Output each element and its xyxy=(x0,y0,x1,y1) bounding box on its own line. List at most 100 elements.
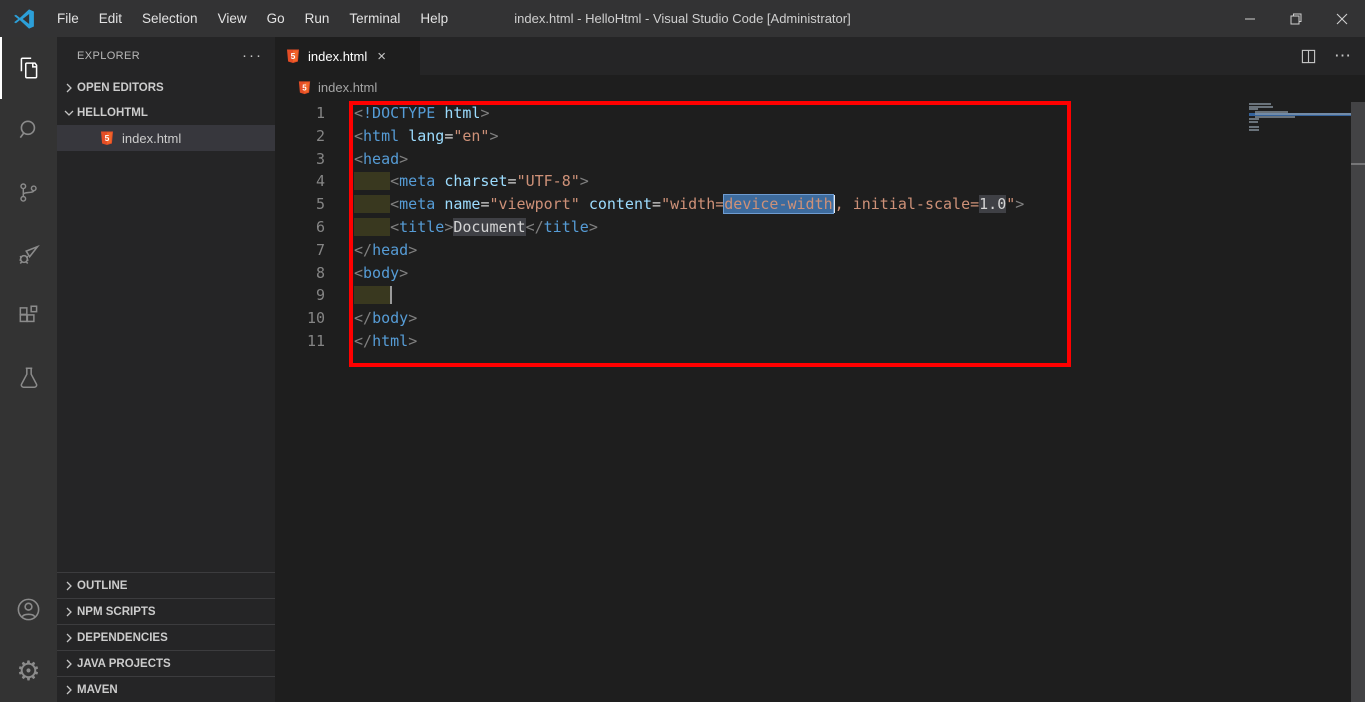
section-label: DEPENDENCIES xyxy=(77,632,168,644)
token: < xyxy=(354,264,363,282)
code-text: <body> xyxy=(354,262,408,285)
window-controls xyxy=(1227,0,1365,37)
activity-settings-button[interactable]: ⚙ xyxy=(0,640,57,702)
token: = xyxy=(444,127,453,145)
code-line-9[interactable]: 9 xyxy=(275,284,1365,307)
restore-icon xyxy=(1290,13,1302,25)
line-number: 5 xyxy=(275,193,325,216)
code-line-5[interactable]: 5 <meta name="viewport" content="width=d… xyxy=(275,193,1365,216)
vertical-scrollbar[interactable] xyxy=(1351,100,1365,702)
activity-search-button[interactable] xyxy=(0,99,57,161)
section-dependencies[interactable]: DEPENDENCIES xyxy=(57,624,275,650)
minimap[interactable] xyxy=(1249,103,1351,137)
activity-bar-spacer xyxy=(0,409,57,578)
token: " xyxy=(1006,195,1015,213)
code-line-6[interactable]: 6 <title>Document</title> xyxy=(275,216,1365,239)
split-editor-icon[interactable] xyxy=(1301,49,1316,64)
token: > xyxy=(444,218,453,236)
project-root-section[interactable]: HELLOHTML xyxy=(57,100,275,125)
menu-bar: FileEditSelectionViewGoRunTerminalHelp xyxy=(47,0,458,37)
token: , initial-scale= xyxy=(835,195,980,213)
search-icon xyxy=(16,117,42,143)
menu-terminal[interactable]: Terminal xyxy=(339,0,410,37)
token: html xyxy=(363,127,399,145)
token: </ xyxy=(354,309,372,327)
code-line-8[interactable]: 8 <body> xyxy=(275,262,1365,285)
indent-highlight xyxy=(354,172,390,190)
token: html xyxy=(444,104,480,122)
code-line-1[interactable]: 1<!DOCTYPE html> xyxy=(275,102,1365,125)
restore-button[interactable] xyxy=(1273,0,1319,37)
section-npm-scripts[interactable]: NPM SCRIPTS xyxy=(57,598,275,624)
menu-run[interactable]: Run xyxy=(295,0,340,37)
code-line-3[interactable]: 3<head> xyxy=(275,148,1365,171)
menu-go[interactable]: Go xyxy=(257,0,295,37)
token xyxy=(435,172,444,190)
token: < xyxy=(354,127,363,145)
menu-edit[interactable]: Edit xyxy=(89,0,132,37)
token: "viewport" xyxy=(489,195,579,213)
minimize-button[interactable] xyxy=(1227,0,1273,37)
section-java-projects[interactable]: JAVA PROJECTS xyxy=(57,650,275,676)
code-text: <meta charset="UTF-8"> xyxy=(354,170,589,193)
code-text: <meta name="viewport" content="width=dev… xyxy=(354,193,1024,216)
tab-close-icon[interactable]: × xyxy=(377,49,386,64)
activity-account-button[interactable] xyxy=(0,578,57,640)
code-editor[interactable]: 1<!DOCTYPE html>2<html lang="en">3<head>… xyxy=(275,100,1365,702)
html5-file-icon: 5 xyxy=(285,48,301,64)
token: < xyxy=(390,195,399,213)
token: > xyxy=(1015,195,1024,213)
token: > xyxy=(489,127,498,145)
scrollbar-thumb[interactable] xyxy=(1351,102,1365,702)
more-actions-icon[interactable]: ⋯ xyxy=(1334,46,1351,66)
tab-index-html[interactable]: 5 index.html × xyxy=(275,37,421,75)
close-button[interactable] xyxy=(1319,0,1365,37)
project-root-label: HELLOHTML xyxy=(77,107,148,119)
code-line-2[interactable]: 2<html lang="en"> xyxy=(275,125,1365,148)
svg-text:5: 5 xyxy=(105,133,110,143)
code-line-7[interactable]: 7</head> xyxy=(275,239,1365,262)
section-maven[interactable]: MAVEN xyxy=(57,676,275,702)
activity-extensions-button[interactable] xyxy=(0,285,57,347)
file-item-index-html[interactable]: 5 index.html xyxy=(57,125,275,151)
token xyxy=(435,195,444,213)
token: </ xyxy=(354,241,372,259)
svg-text:5: 5 xyxy=(302,83,307,92)
token: < xyxy=(390,172,399,190)
activity-testing-button[interactable] xyxy=(0,347,57,409)
line-number: 8 xyxy=(275,262,325,285)
editor-actions: ⋯ xyxy=(1301,37,1365,75)
menu-view[interactable]: View xyxy=(208,0,257,37)
code-line-4[interactable]: 4 <meta charset="UTF-8"> xyxy=(275,170,1365,193)
code-text: </body> xyxy=(354,307,417,330)
token xyxy=(435,104,444,122)
menu-help[interactable]: Help xyxy=(410,0,458,37)
sidebar-more-actions-button[interactable]: ··· xyxy=(242,51,263,61)
sidebar-bottom-sections: OUTLINE NPM SCRIPTS DEPENDENCIES JAVA PROJE… xyxy=(57,572,275,702)
activity-source-control-button[interactable] xyxy=(0,161,57,223)
minimap-line xyxy=(1249,129,1259,131)
section-outline[interactable]: OUTLINE xyxy=(57,572,275,598)
menu-file[interactable]: File xyxy=(47,0,89,37)
minimap-line xyxy=(1255,116,1295,118)
snippet-placeholder: Document xyxy=(453,218,525,236)
token: "width= xyxy=(661,195,724,213)
activity-run-debug-button[interactable] xyxy=(0,223,57,285)
token: body xyxy=(363,264,399,282)
token: > xyxy=(589,218,598,236)
section-label: NPM SCRIPTS xyxy=(77,606,156,618)
code-line-11[interactable]: 11</html> xyxy=(275,330,1365,353)
menu-selection[interactable]: Selection xyxy=(132,0,208,37)
minimize-icon xyxy=(1244,13,1256,25)
breadcrumb[interactable]: 5 index.html xyxy=(275,75,1365,100)
open-editors-section[interactable]: OPEN EDITORS xyxy=(57,75,275,100)
code-line-10[interactable]: 10</body> xyxy=(275,307,1365,330)
file-item-label: index.html xyxy=(122,131,181,146)
code-text: </html> xyxy=(354,330,417,353)
code-text: <head> xyxy=(354,148,408,171)
activity-bar: ⚙ xyxy=(0,37,57,702)
token: < xyxy=(354,104,363,122)
token: > xyxy=(408,332,417,350)
code-text xyxy=(354,284,392,307)
activity-explorer-button[interactable] xyxy=(0,37,57,99)
